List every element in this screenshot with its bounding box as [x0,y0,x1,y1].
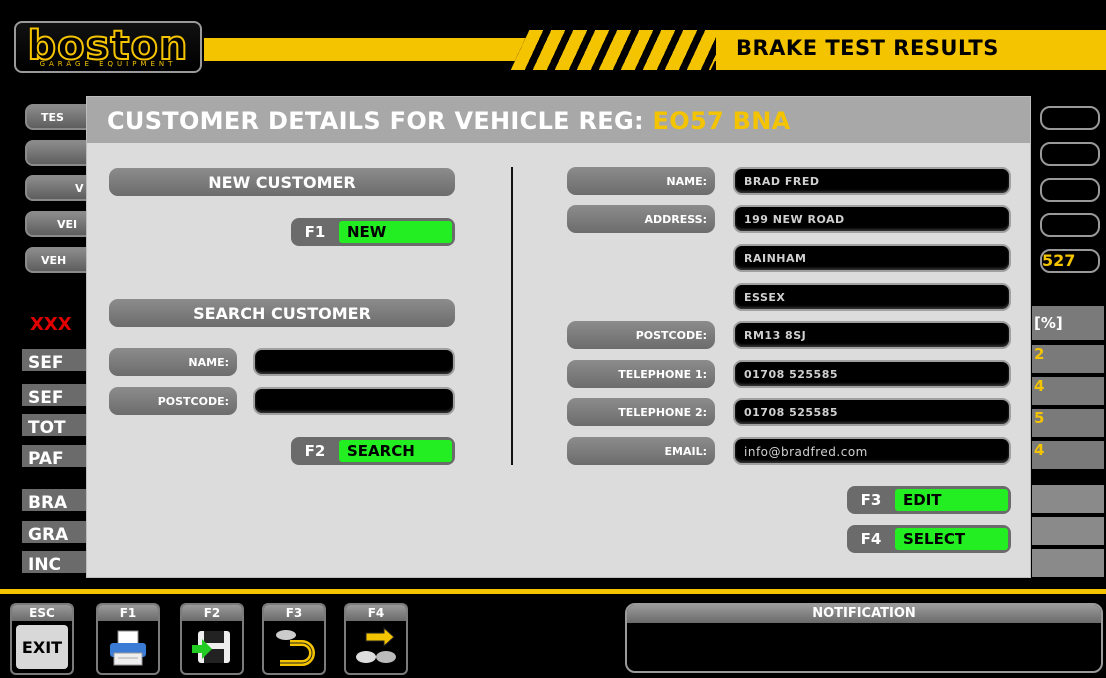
new-customer-button[interactable]: F1 NEW [291,218,455,246]
postcode-label: POSTCODE: [567,321,715,349]
exit-key[interactable]: ESC EXIT [10,603,74,675]
email-field[interactable]: info@bradfred.com [733,437,1011,465]
address-label: ADDRESS: [567,205,715,233]
dialog-title-prefix: CUSTOMER DETAILS FOR VEHICLE REG: [107,107,653,135]
name-field[interactable]: BRAD FRED [733,167,1011,195]
bg-row-7: INC [22,551,92,573]
new-button-label: NEW [339,221,452,243]
f3-footer-label: F3 [264,605,324,621]
search-button-label: SEARCH [339,440,452,462]
save-key[interactable]: F2 [180,603,244,675]
notification-title: NOTIFICATION [627,605,1101,623]
save-icon [186,625,238,669]
email-label: EMAIL: [567,437,715,465]
f2-key-label: F2 [304,442,326,460]
boston-logo: boston GARAGE EQUIPMENT [14,21,202,73]
bg-right-cell-3 [1032,549,1104,577]
bg-row-6: GRA [22,521,92,543]
telephone-1-label: TELEPHONE 1: [567,360,715,388]
bg-row-5: BRA [22,489,92,511]
bg-right-val-2: 4 [1032,377,1104,405]
search-name-input[interactable] [253,348,455,376]
search-button[interactable]: F2 SEARCH [291,437,455,465]
bg-field-2 [1040,142,1100,166]
bg-row-4: PAF [22,445,92,467]
bg-row-2: SEF [22,384,92,406]
bg-red-text: XXX [30,314,72,335]
printer-icon [102,625,154,669]
edit-button[interactable]: F3 EDIT [847,486,1011,514]
esc-key-label: ESC [12,605,72,621]
app-title: BRAKE TEST RESULTS [736,36,999,60]
search-postcode-label: POSTCODE: [109,387,237,415]
telephone-1-field[interactable]: 01708 525585 [733,360,1011,388]
notification-panel: NOTIFICATION [625,603,1103,673]
bg-right-unit: [%] [1032,306,1104,340]
name-label: NAME: [567,167,715,195]
address-line-3-field[interactable]: ESSEX [733,283,1011,311]
search-postcode-input[interactable] [253,387,455,415]
header-hatch-decoration [510,30,730,70]
select-button[interactable]: F4 SELECT [847,525,1011,553]
return-key[interactable]: F3 [262,603,326,675]
bg-field-1 [1040,106,1100,130]
customer-details-dialog: CUSTOMER DETAILS FOR VEHICLE REG: EO57 B… [86,96,1031,578]
footer-divider [0,589,1106,594]
f1-key-label: F1 [304,223,326,241]
bg-row-3: TOT [22,414,92,436]
bg-right-val-1: 2 [1032,345,1104,373]
notification-text [627,623,1101,635]
vehicle-transfer-icon [350,625,402,669]
dialog-header: CUSTOMER DETAILS FOR VEHICLE REG: EO57 B… [87,97,1030,143]
f3-key-label: F3 [860,491,882,509]
vehicle-reg: EO57 BNA [652,107,791,135]
address-line-2-field[interactable]: RAINHAM [733,244,1011,272]
bg-right-val-4: 4 [1032,441,1104,469]
new-customer-heading: NEW CUSTOMER [109,168,455,196]
edit-button-label: EDIT [895,489,1008,511]
bg-right-val-3: 5 [1032,409,1104,437]
bg-row-1: SEF [22,349,92,371]
vehicle-transfer-key[interactable]: F4 [344,603,408,675]
logo-subtext: GARAGE EQUIPMENT [39,60,177,68]
bg-right-cell-2 [1032,517,1104,545]
address-line-1-field[interactable]: 199 NEW ROAD [733,205,1011,233]
f4-footer-label: F4 [346,605,406,621]
search-name-label: NAME: [109,348,237,376]
bg-right-cell-1 [1032,485,1104,513]
bg-field-4 [1040,213,1100,237]
select-button-label: SELECT [895,528,1008,550]
bg-field-value: 527 [1040,249,1100,273]
print-key[interactable]: F1 [96,603,160,675]
search-customer-heading: SEARCH CUSTOMER [109,299,455,327]
vertical-divider [511,167,513,465]
f2-footer-label: F2 [182,605,242,621]
postcode-field[interactable]: RM13 8SJ [733,321,1011,349]
f1-footer-label: F1 [98,605,158,621]
return-icon [268,625,320,669]
dialog-title: CUSTOMER DETAILS FOR VEHICLE REG: EO57 B… [107,107,790,135]
telephone-2-field[interactable]: 01708 525585 [733,398,1011,426]
f4-key-label: F4 [860,530,882,548]
telephone-2-label: TELEPHONE 2: [567,398,715,426]
bg-field-3 [1040,178,1100,202]
exit-label: EXIT [16,625,68,669]
